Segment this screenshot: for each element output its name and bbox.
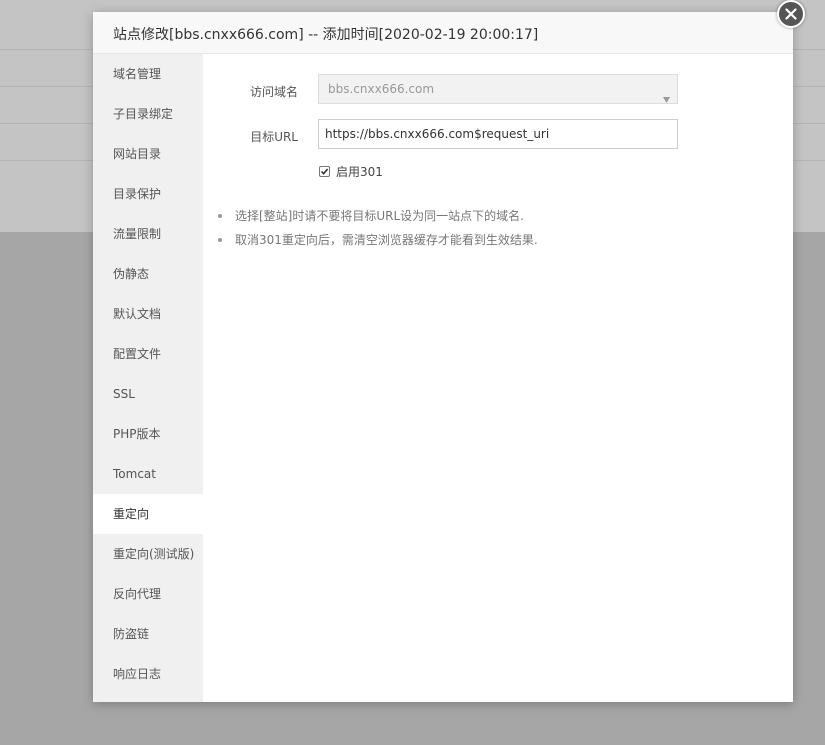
sidebar-item-redirect-beta[interactable]: 重定向(测试版) [93, 534, 203, 574]
sidebar-item-traffic-limit[interactable]: 流量限制 [93, 214, 203, 254]
domain-label: 访问域名 [249, 85, 298, 99]
modal-title: 站点修改[bbs.cnxx666.com] -- 添加时间[2020-02-19… [113, 27, 539, 43]
domain-select-value: bbs.cnxx666.com [328, 82, 435, 96]
tip-text: 选择[整站]时请不要将目标URL设为同一站点下的域名. [235, 209, 524, 223]
sidebar-item-subdirectory-binding[interactable]: 子目录绑定 [93, 94, 203, 134]
close-button[interactable] [777, 0, 805, 28]
sidebar-item-config-file[interactable]: 配置文件 [93, 334, 203, 374]
sidebar-item-response-log[interactable]: 响应日志 [93, 654, 203, 694]
settings-sidebar: 域名管理 子目录绑定 网站目录 目录保护 流量限制 伪静态 默认文档 配置文件 … [93, 54, 203, 702]
site-edit-modal: 站点修改[bbs.cnxx666.com] -- 添加时间[2020-02-19… [93, 12, 793, 702]
redirect-panel: 访问域名 bbs.cnxx666.com 目标URL 启用301 选择[整站]时… [203, 54, 793, 702]
sidebar-item-reverse-proxy[interactable]: 反向代理 [93, 574, 203, 614]
sidebar-item-rewrite[interactable]: 伪静态 [93, 254, 203, 294]
sidebar-item-php-version[interactable]: PHP版本 [93, 414, 203, 454]
chevron-down-icon [663, 85, 670, 113]
enable-301-label: 启用301 [336, 165, 383, 179]
close-icon [785, 8, 797, 20]
sidebar-item-default-document[interactable]: 默认文档 [93, 294, 203, 334]
tips-list: 选择[整站]时请不要将目标URL设为同一站点下的域名. 取消301重定向后，需清… [218, 209, 538, 257]
sidebar-item-tomcat[interactable]: Tomcat [93, 454, 203, 494]
target-url-label: 目标URL [250, 130, 298, 144]
target-url-input[interactable] [318, 119, 678, 149]
sidebar-item-redirect[interactable]: 重定向 [93, 494, 203, 534]
sidebar-item-ssl[interactable]: SSL [93, 374, 203, 414]
sidebar-item-domain-management[interactable]: 域名管理 [93, 54, 203, 94]
list-item: 取消301重定向后，需清空浏览器缓存才能看到生效结果. [218, 233, 538, 257]
check-icon [320, 168, 329, 175]
bullet-icon [218, 238, 222, 242]
sidebar-item-hotlink-protection[interactable]: 防盗链 [93, 614, 203, 654]
modal-header: 站点修改[bbs.cnxx666.com] -- 添加时间[2020-02-19… [93, 12, 793, 54]
bullet-icon [218, 214, 222, 218]
enable-301-checkbox[interactable] [319, 166, 330, 177]
sidebar-item-site-directory[interactable]: 网站目录 [93, 134, 203, 174]
tip-text: 取消301重定向后，需清空浏览器缓存才能看到生效结果. [235, 233, 538, 247]
domain-select[interactable]: bbs.cnxx666.com [318, 74, 678, 104]
list-item: 选择[整站]时请不要将目标URL设为同一站点下的域名. [218, 209, 538, 233]
sidebar-item-directory-protection[interactable]: 目录保护 [93, 174, 203, 214]
